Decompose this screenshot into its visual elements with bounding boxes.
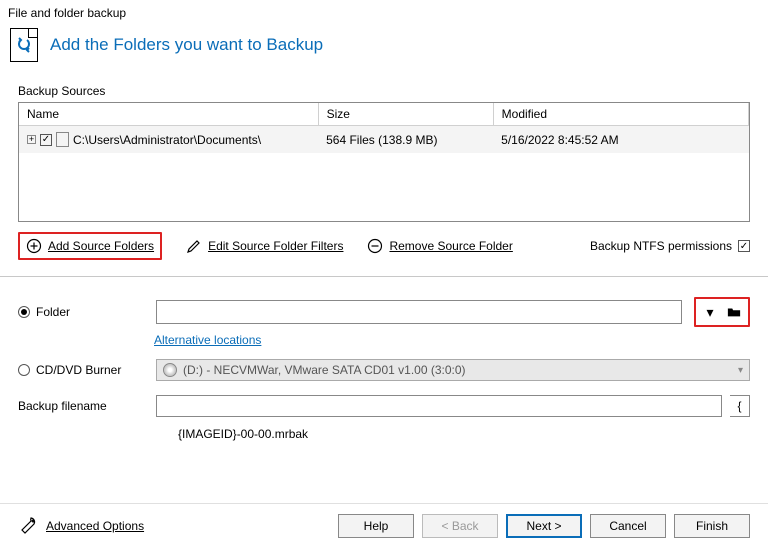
col-size[interactable]: Size <box>318 103 493 126</box>
row-size: 564 Files (138.9 MB) <box>318 126 493 154</box>
edit-source-filters-link[interactable]: Edit Source Folder Filters <box>186 238 343 254</box>
plus-circle-icon <box>26 238 42 254</box>
browse-folder-icon[interactable] <box>724 302 744 322</box>
divider <box>0 276 768 277</box>
sources-table: Name Size Modified + ✓ C:\Users\Administ… <box>18 102 750 222</box>
actions-bar: Add Source Folders Edit Source Folder Fi… <box>0 222 768 272</box>
col-name[interactable]: Name <box>19 103 318 126</box>
disc-icon <box>163 363 177 377</box>
backup-sources-label: Backup Sources <box>0 70 768 102</box>
cd-row: CD/DVD Burner (D:) - NECVMWar, VMware SA… <box>0 355 768 385</box>
next-button[interactable]: Next > <box>506 514 582 538</box>
remove-source-label: Remove Source Folder <box>389 239 512 253</box>
filename-template: {IMAGEID}-00-00.mrbak <box>178 421 768 447</box>
cd-radio[interactable] <box>18 364 30 376</box>
footer: Advanced Options Help < Back Next > Canc… <box>0 503 768 552</box>
add-source-label: Add Source Folders <box>48 239 154 253</box>
advanced-label: Advanced Options <box>46 519 144 533</box>
filename-row: Backup filename { <box>0 391 768 421</box>
minus-circle-icon <box>367 238 383 254</box>
row-modified: 5/16/2022 8:45:52 AM <box>493 126 748 154</box>
advanced-options-link[interactable]: Advanced Options <box>18 516 144 536</box>
ntfs-label: Backup NTFS permissions <box>590 239 732 253</box>
highlight-folder-buttons: ▾ <box>694 297 750 327</box>
row-checkbox[interactable]: ✓ <box>40 134 52 146</box>
back-button: < Back <box>422 514 498 538</box>
cd-drive-select[interactable]: (D:) - NECVMWar, VMware SATA CD01 v1.00 … <box>156 359 750 381</box>
cd-label: CD/DVD Burner <box>36 363 121 377</box>
filename-label: Backup filename <box>18 399 107 413</box>
ntfs-checkbox[interactable]: ✓ <box>738 240 750 252</box>
page-title: Add the Folders you want to Backup <box>50 35 323 55</box>
ntfs-permissions-toggle[interactable]: Backup NTFS permissions ✓ <box>590 239 750 253</box>
folder-label: Folder <box>36 305 70 319</box>
expand-icon[interactable]: + <box>27 135 36 144</box>
alternative-locations-link[interactable]: Alternative locations <box>154 331 261 355</box>
header: Add the Folders you want to Backup <box>0 24 768 70</box>
backup-filename-input[interactable] <box>156 395 722 417</box>
remove-source-link[interactable]: Remove Source Folder <box>367 238 512 254</box>
folder-radio[interactable] <box>18 306 30 318</box>
finish-button[interactable]: Finish <box>674 514 750 538</box>
help-button[interactable]: Help <box>338 514 414 538</box>
insert-token-button[interactable]: { <box>730 395 750 417</box>
cancel-button[interactable]: Cancel <box>590 514 666 538</box>
folder-row: Folder ▾ <box>0 293 768 331</box>
wrench-icon <box>18 516 38 536</box>
col-modified[interactable]: Modified <box>493 103 748 126</box>
edit-source-label: Edit Source Folder Filters <box>208 239 343 253</box>
table-row[interactable]: + ✓ C:\Users\Administrator\Documents\ 56… <box>19 126 749 154</box>
history-dropdown-icon[interactable]: ▾ <box>700 302 720 322</box>
folder-path-input[interactable] <box>156 300 682 324</box>
chevron-down-icon: ▾ <box>738 365 743 376</box>
pencil-icon <box>186 238 202 254</box>
cd-value: (D:) - NECVMWar, VMware SATA CD01 v1.00 … <box>183 363 466 377</box>
backup-file-icon <box>10 28 38 62</box>
add-source-folders-link[interactable]: Add Source Folders <box>26 238 154 254</box>
window-title: File and folder backup <box>0 0 768 24</box>
folder-file-icon <box>56 132 69 147</box>
row-path: C:\Users\Administrator\Documents\ <box>73 133 261 147</box>
highlight-add-source: Add Source Folders <box>18 232 162 260</box>
